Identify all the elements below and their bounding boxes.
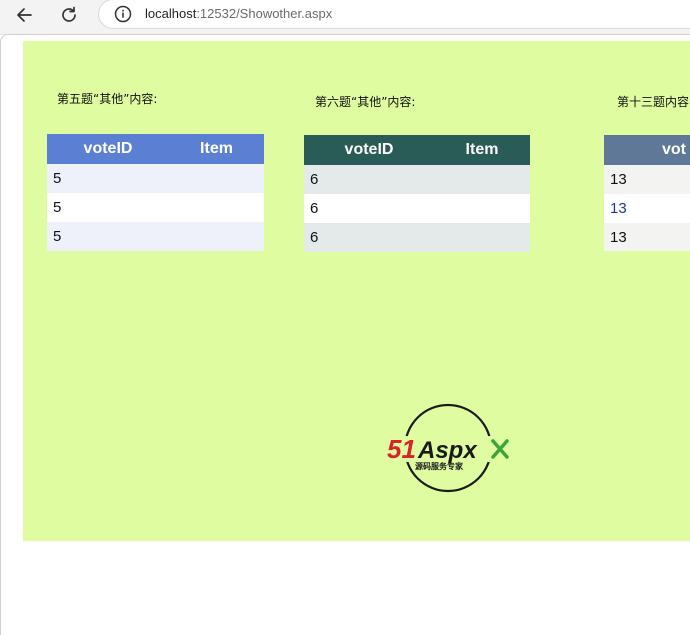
table-row: 13 — [604, 194, 690, 223]
site-info-icon[interactable] — [113, 4, 133, 24]
cell-voteid: 13 — [604, 165, 690, 194]
data-grid-q13: vot 13 13 13 — [604, 135, 690, 251]
table-row: 6 — [304, 165, 530, 194]
data-grid-q6: voteID Item 6 6 6 — [304, 135, 530, 252]
grid-header-row: vot — [604, 135, 690, 165]
table-row: 5 — [47, 164, 264, 193]
url-path: :12532/Showother.aspx — [196, 6, 333, 21]
table-row: 6 — [304, 194, 530, 223]
reload-icon — [62, 6, 76, 22]
cell-voteid: 6 — [304, 223, 434, 252]
cell-item — [169, 222, 264, 251]
table-row: 5 — [47, 193, 264, 222]
cell-voteid: 5 — [47, 193, 169, 222]
cell-item — [169, 193, 264, 222]
section-caption-q13: 第十三题内容 — [617, 95, 690, 109]
table-row: 5 — [47, 222, 264, 251]
reload-button[interactable] — [56, 2, 82, 28]
51aspx-logo: 51 Aspx 源码服务专家 — [386, 403, 514, 493]
cell-voteid: 5 — [47, 222, 169, 251]
data-grid-q5: voteID Item 5 5 5 — [47, 134, 264, 251]
back-arrow-icon — [17, 8, 32, 22]
content-panel — [23, 41, 690, 541]
table-row: 13 — [604, 223, 690, 251]
data-grid-q13-viewport: vot 13 13 13 — [604, 135, 690, 251]
logo-tagline: 源码服务专家 — [415, 461, 464, 471]
cell-voteid: 6 — [304, 194, 434, 223]
table-row: 13 — [604, 165, 690, 194]
column-header-item: Item — [169, 134, 264, 164]
column-header-item: Item — [434, 135, 530, 165]
grid-header-row: voteID Item — [47, 134, 264, 164]
section-caption-q6: 第六题“其他”内容: — [315, 95, 416, 109]
cell-item — [434, 165, 530, 194]
cell-voteid: 13 — [604, 223, 690, 251]
logo-51: 51 — [387, 434, 416, 464]
column-header-voteid: voteID — [47, 134, 169, 164]
grid-header-row: voteID Item — [304, 135, 530, 165]
section-caption-q5: 第五题“其他”内容: — [57, 92, 158, 106]
address-bar[interactable]: localhost:12532/Showother.aspx — [98, 0, 690, 29]
cell-voteid: 13 — [604, 194, 690, 223]
logo-aspx: Aspx — [417, 437, 478, 464]
column-header-voteid: vot — [604, 135, 690, 165]
cell-item — [434, 194, 530, 223]
back-button[interactable] — [12, 2, 38, 28]
browser-toolbar: localhost:12532/Showother.aspx — [0, 0, 690, 35]
url-text[interactable]: localhost:12532/Showother.aspx — [145, 6, 332, 21]
column-header-voteid: voteID — [304, 135, 434, 165]
cell-voteid: 6 — [304, 165, 434, 194]
cell-voteid: 5 — [47, 164, 169, 193]
url-host: localhost — [145, 6, 197, 21]
cell-item — [434, 223, 530, 252]
cell-item — [169, 164, 264, 193]
table-row: 6 — [304, 223, 530, 252]
